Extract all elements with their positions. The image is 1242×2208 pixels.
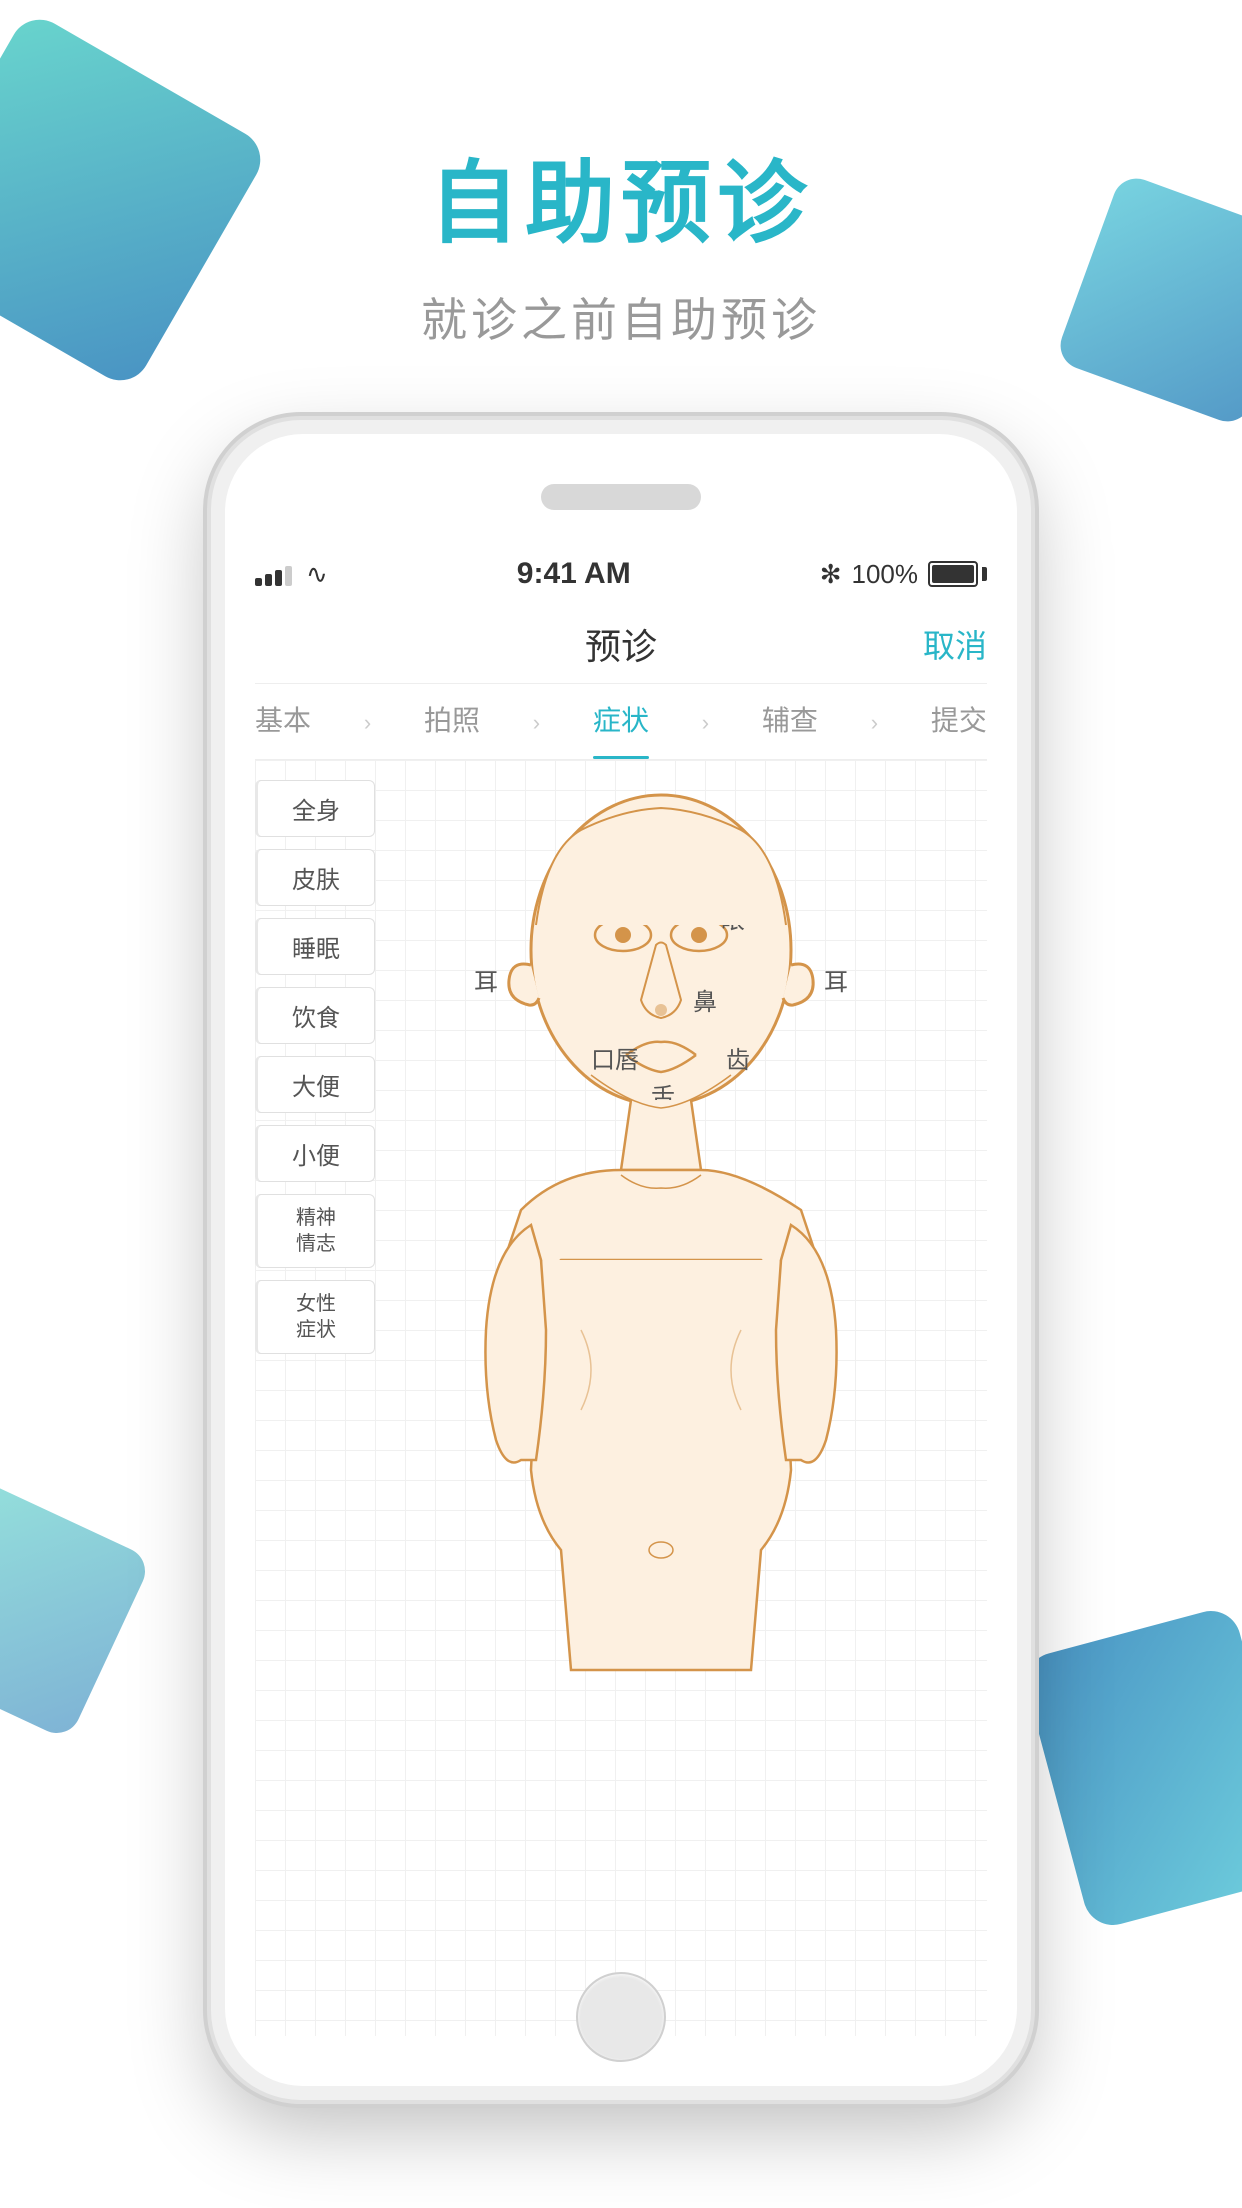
body-illustration: 耳 耳 眼 [335,770,987,2036]
wifi-icon: ∿ [306,559,328,590]
nav-bar: 预诊 取消 [255,604,987,684]
ear-left-label: 耳 [474,969,498,996]
sidebar-item-skin[interactable]: 皮肤 [255,849,375,906]
home-button[interactable] [576,1972,666,2062]
sidebar-item-sleep[interactable]: 睡眠 [255,918,375,975]
sidebar-item-mental[interactable]: 精神情志 [255,1194,375,1268]
body-svg: 耳 耳 眼 [381,770,941,1920]
cancel-button[interactable]: 取消 [923,621,987,667]
status-right: ✻ 100% [820,559,987,590]
step-arrow-4: › [871,710,878,736]
status-time: 9:41 AM [517,557,631,591]
step-photo[interactable]: 拍照 [424,686,480,759]
nav-title: 预诊 [585,618,657,670]
step-submit[interactable]: 提交 [931,686,987,759]
page-subtitle: 就诊之前自助预诊 [0,284,1242,350]
step-examination[interactable]: 辅查 [762,686,818,759]
bg-decoration-bottomright [1020,1604,1242,1931]
battery-icon [928,561,987,587]
sidebar-item-female[interactable]: 女性症状 [255,1280,375,1354]
status-bar: ∿ 9:41 AM ✻ 100% [255,544,987,604]
step-symptoms[interactable]: 症状 [593,686,649,759]
body-diagram-area: 全身 皮肤 睡眠 饮食 大便 小便 精神情志 女性症状 [255,760,987,2036]
sidebar-item-whole-body[interactable]: 全身 [255,780,375,837]
bluetooth-icon: ✻ [820,559,842,590]
bg-decoration-bottomleft [0,1475,153,1741]
sidebar-item-urine[interactable]: 小便 [255,1125,375,1182]
status-left: ∿ [255,559,328,590]
step-tabs: 基本 › 拍照 › 症状 › 辅查 › 提交 [255,686,987,760]
step-basic[interactable]: 基本 [255,686,311,759]
ear-right-label: 耳 [824,969,848,996]
step-arrow-1: › [364,710,371,736]
page-title-area: 自助预诊 就诊之前自助预诊 [0,130,1242,350]
step-arrow-3: › [702,710,709,736]
tooth-label: 齿 [726,1047,750,1074]
phone-screen: ∿ 9:41 AM ✻ 100% 预诊 取消 [225,434,1017,2086]
phone-device: ∿ 9:41 AM ✻ 100% 预诊 取消 [211,420,1031,2100]
battery-percent: 100% [851,559,918,590]
sidebar-labels: 全身 皮肤 睡眠 饮食 大便 小便 精神情志 女性症状 [255,780,375,1354]
nose-label: 鼻 [693,989,717,1016]
phone-speaker [541,484,701,510]
sidebar-item-diet[interactable]: 饮食 [255,987,375,1044]
page-main-title: 自助预诊 [0,130,1242,260]
sidebar-item-stool[interactable]: 大便 [255,1056,375,1113]
step-arrow-2: › [533,710,540,736]
signal-icon [255,562,292,586]
mouth-label: 口唇 [591,1047,639,1074]
phone-frame: ∿ 9:41 AM ✻ 100% 预诊 取消 [211,420,1031,2100]
